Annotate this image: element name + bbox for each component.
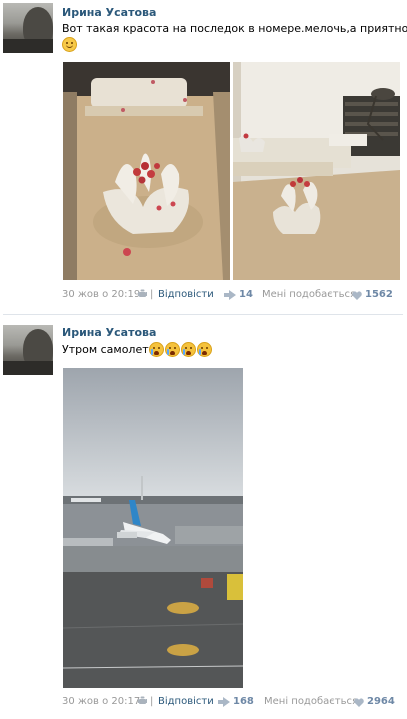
like-count[interactable]: 2964 (367, 696, 395, 707)
post-meta: 30 жов о 20:17 | Відповісти 168 Мені под… (62, 696, 397, 710)
reply-link[interactable]: Відповісти (158, 289, 214, 300)
author-name[interactable]: Ирина Усатова (62, 6, 156, 19)
android-icon (138, 696, 147, 704)
crying-emoji (164, 342, 180, 357)
post-divider (3, 314, 403, 315)
meta-separator: | (150, 696, 154, 707)
like-label[interactable]: Мені подобається (264, 696, 358, 707)
crying-emoji (196, 342, 212, 357)
post-text: Утром самолет (62, 342, 213, 357)
post-date[interactable]: 30 жов о 20:19 (62, 289, 140, 300)
like-label[interactable]: Мені подобається (262, 289, 356, 300)
smile-emoji (62, 37, 77, 52)
author-avatar[interactable] (3, 325, 53, 375)
post-date[interactable]: 30 жов о 20:17 (62, 696, 140, 707)
share-icon[interactable] (218, 697, 230, 707)
crying-emoji (180, 342, 196, 357)
share-count[interactable]: 14 (239, 289, 253, 300)
reply-link[interactable]: Відповісти (158, 696, 214, 707)
share-count[interactable]: 168 (233, 696, 254, 707)
post-text: Вот такая красота на последок в номере.м… (62, 22, 407, 52)
share-icon[interactable] (224, 290, 236, 300)
post-text-content: Утром самолет (62, 343, 149, 356)
post-text-content: Вот такая красота на последок в номере.м… (62, 22, 407, 35)
post-photo[interactable] (233, 62, 400, 280)
like-count[interactable]: 1562 (365, 289, 393, 300)
crying-emoji (148, 342, 164, 357)
meta-separator: | (150, 289, 154, 300)
post-photo[interactable] (63, 368, 243, 688)
post-photo[interactable] (63, 62, 230, 280)
wall-post: Ирина Усатова Вот такая красота на после… (0, 0, 407, 315)
author-name[interactable]: Ирина Усатова (62, 326, 156, 339)
heart-icon[interactable] (354, 698, 364, 707)
heart-icon[interactable] (352, 291, 362, 300)
android-icon (138, 289, 147, 297)
post-meta: 30 жов о 20:19 | Відповісти 14 Мені подо… (62, 289, 397, 303)
wall-post: Ирина Усатова Утром самолет 30 жов о 20:… (0, 320, 407, 719)
author-avatar[interactable] (3, 3, 53, 53)
